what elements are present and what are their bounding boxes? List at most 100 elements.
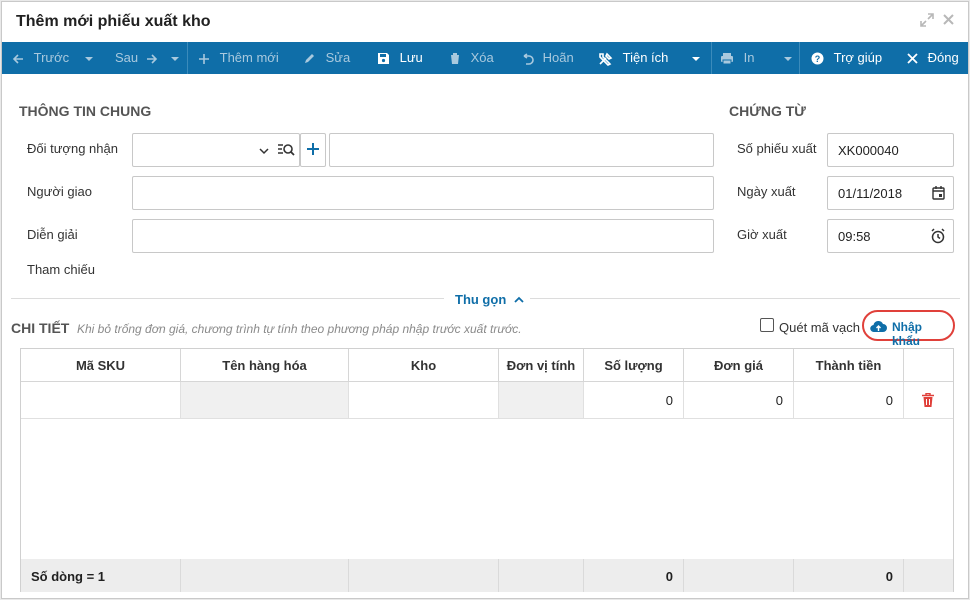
plus-icon — [198, 50, 214, 65]
calendar-icon[interactable] — [932, 186, 945, 203]
print-label: In — [743, 50, 755, 65]
print-button[interactable]: In — [720, 42, 793, 74]
voucher-number-label: Số phiếu xuất — [737, 141, 817, 156]
next-button[interactable]: Sau — [115, 42, 180, 74]
export-time-label: Giờ xuất — [737, 227, 787, 242]
delete-button[interactable]: Xóa — [449, 42, 494, 74]
column-header-sku[interactable]: Mã SKU — [21, 349, 181, 382]
printer-icon — [720, 50, 738, 65]
undo-label: Hoãn — [542, 50, 574, 65]
chevron-down-icon[interactable] — [259, 144, 269, 159]
tools-icon — [598, 50, 617, 66]
deliverer-field[interactable] — [132, 176, 714, 210]
edit-label: Sửa — [325, 50, 351, 65]
toolbar: Trước Sau Thêm mới Sửa Lưu Xóa Hoãn Tiện… — [2, 42, 968, 74]
footer-cell — [904, 559, 953, 592]
row-count-text: Số dòng = 1 — [31, 569, 106, 584]
cell-sku[interactable] — [21, 382, 181, 419]
footer-cell — [499, 559, 584, 592]
add-recipient-button[interactable] — [300, 133, 326, 167]
delete-label: Xóa — [470, 50, 494, 65]
edit-button[interactable]: Sửa — [303, 42, 350, 74]
detail-hint: Khi bỏ trống đơn giá, chương trình tự tí… — [77, 322, 522, 336]
cell-item-name — [181, 382, 349, 419]
prev-label: Trước — [33, 50, 70, 65]
utility-label: Tiện ích — [622, 50, 669, 65]
alarm-clock-icon[interactable] — [930, 228, 946, 247]
column-header-actions — [904, 349, 953, 382]
utility-dropdown-icon[interactable] — [692, 56, 701, 61]
recipient-combobox[interactable] — [132, 133, 300, 167]
svg-text:?: ? — [815, 54, 821, 64]
toolbar-divider — [799, 42, 800, 74]
save-label: Lưu — [399, 50, 423, 65]
cell-warehouse[interactable] — [349, 382, 499, 419]
column-header-quantity[interactable]: Số lượng — [584, 349, 684, 382]
section-divider — [11, 298, 444, 299]
voucher-title: CHỨNG TỪ — [729, 103, 806, 119]
toolbar-divider — [187, 42, 188, 74]
close-button[interactable]: Đóng — [907, 42, 959, 74]
question-circle-icon: ? — [811, 50, 828, 65]
cell-actions — [904, 382, 953, 419]
floppy-disk-icon — [377, 50, 394, 65]
arrow-right-icon — [146, 50, 162, 65]
collapse-toggle[interactable]: Thu gọn — [455, 292, 524, 307]
section-divider — [530, 298, 960, 299]
footer-cell — [684, 559, 794, 592]
cell-quantity[interactable]: 0 — [584, 382, 684, 419]
cell-amount: 0 — [794, 382, 904, 419]
export-date-field[interactable]: 01/11/2018 — [827, 176, 954, 210]
trash-icon — [449, 50, 465, 65]
footer-row-count: Số dòng = 1 — [21, 559, 181, 592]
utility-button[interactable]: Tiện ích — [598, 42, 701, 74]
delete-row-icon[interactable] — [922, 392, 934, 410]
prev-dropdown-icon[interactable] — [84, 56, 93, 61]
print-dropdown-icon[interactable] — [784, 56, 793, 61]
export-date-label: Ngày xuất — [737, 184, 796, 199]
add-export-voucher-dialog: Thêm mới phiếu xuất kho Trước Sau Thêm m… — [1, 1, 969, 599]
pencil-icon — [303, 50, 320, 65]
footer-quantity-total: 0 — [584, 559, 684, 592]
cloud-upload-icon — [870, 320, 887, 333]
footer-cell — [181, 559, 349, 592]
toolbar-divider — [711, 42, 712, 74]
voucher-number-value: XK000040 — [838, 143, 899, 158]
barcode-checkbox[interactable] — [760, 318, 774, 332]
cell-unit-price[interactable]: 0 — [684, 382, 794, 419]
add-button[interactable]: Thêm mới — [198, 42, 279, 74]
arrow-left-icon — [12, 50, 28, 65]
voucher-number-field[interactable]: XK000040 — [827, 133, 954, 167]
save-button[interactable]: Lưu — [377, 42, 423, 74]
collapse-label: Thu gọn — [455, 292, 507, 307]
undo-icon — [520, 50, 538, 65]
import-button[interactable]: Nhập khẩu — [862, 310, 955, 348]
prev-button[interactable]: Trước — [12, 42, 93, 74]
description-field[interactable] — [132, 219, 714, 253]
reference-label[interactable]: Tham chiếu — [27, 262, 95, 277]
amount-total-value: 0 — [885, 569, 893, 584]
column-header-unit-price[interactable]: Đơn giá — [684, 349, 794, 382]
help-button[interactable]: ? Trợ giúp — [811, 42, 882, 74]
add-label: Thêm mới — [219, 50, 279, 65]
barcode-label[interactable]: Quét mã vạch — [779, 320, 860, 335]
close-icon[interactable] — [942, 13, 955, 30]
column-header-amount[interactable]: Thành tiền — [794, 349, 904, 382]
column-header-unit[interactable]: Đơn vị tính — [499, 349, 584, 382]
undo-button[interactable]: Hoãn — [520, 42, 574, 74]
next-dropdown-icon[interactable] — [171, 56, 180, 61]
column-header-item-name[interactable]: Tên hàng hóa — [181, 349, 349, 382]
column-header-warehouse[interactable]: Kho — [349, 349, 499, 382]
footer-amount-total: 0 — [794, 559, 904, 592]
title-bar: Thêm mới phiếu xuất kho — [2, 2, 968, 42]
cell-amount-value: 0 — [885, 393, 893, 408]
general-info-title: THÔNG TIN CHUNG — [19, 103, 152, 119]
recipient-name-field[interactable] — [329, 133, 714, 167]
next-label: Sau — [115, 50, 139, 65]
search-list-icon[interactable] — [277, 142, 295, 161]
export-time-field[interactable]: 09:58 — [827, 219, 954, 253]
chevron-up-icon — [514, 292, 524, 307]
deliverer-label: Người giao — [27, 184, 92, 199]
detail-table: Mã SKU Tên hàng hóa Kho Đơn vị tính Số l… — [20, 348, 954, 592]
maximize-icon[interactable] — [920, 13, 934, 31]
